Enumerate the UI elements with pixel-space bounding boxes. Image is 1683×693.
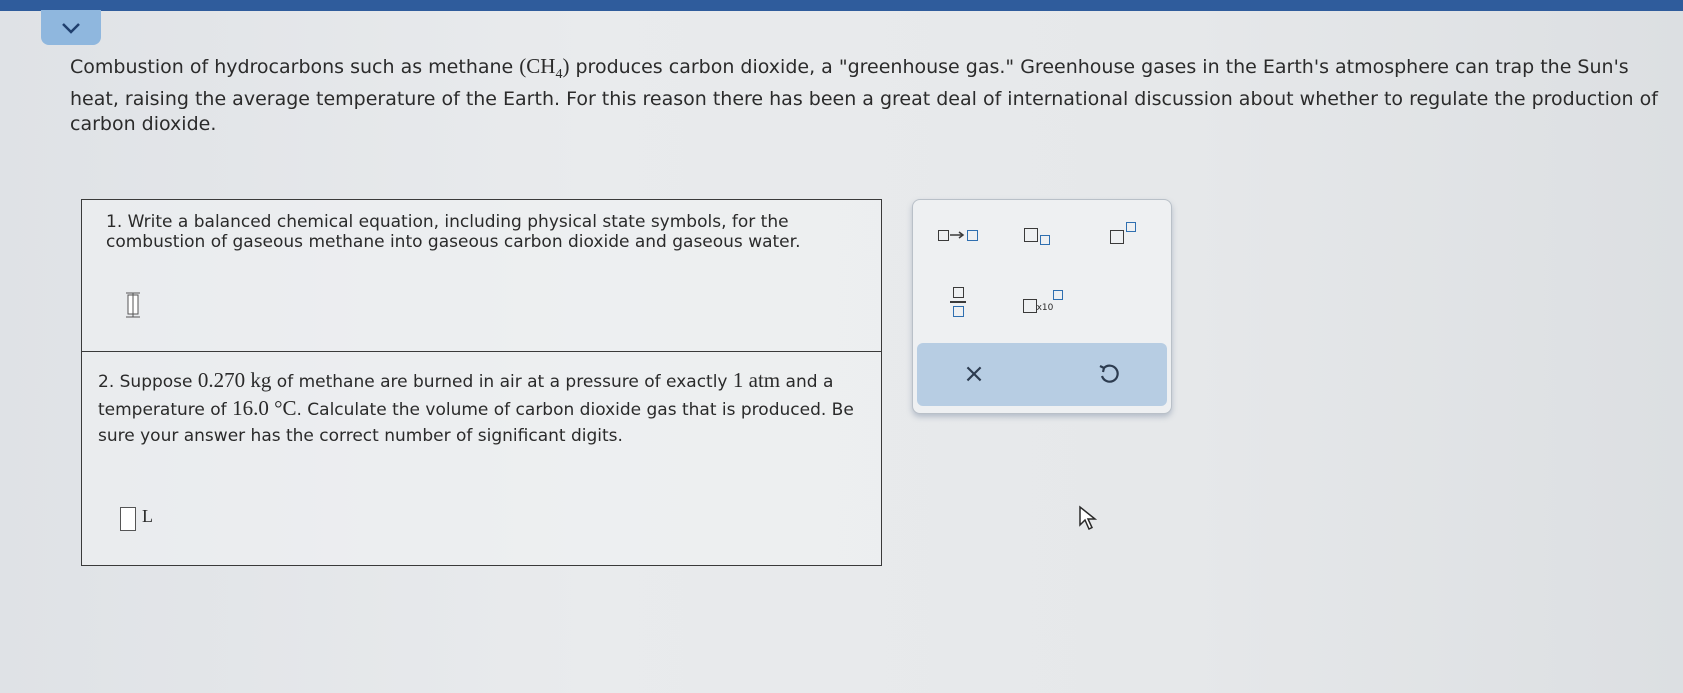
subscript-icon[interactable] — [1017, 220, 1057, 250]
temperature-value: 16.0 °C — [232, 396, 297, 420]
collapse-button[interactable] — [41, 10, 101, 45]
x10-label: x10 — [1036, 303, 1054, 313]
mouse-cursor-icon — [1079, 505, 1098, 531]
methane-formula: (CH4) — [519, 54, 570, 83]
volume-answer-input[interactable] — [120, 507, 136, 531]
top-bar — [0, 0, 1683, 11]
intro-text-1: Combustion of hydrocarbons such as metha… — [70, 56, 520, 78]
palette-action-bar: × — [917, 343, 1167, 406]
scientific-notation-icon[interactable]: x10 — [1013, 284, 1073, 320]
mass-value: 0.270 kg — [197, 368, 272, 392]
reaction-arrow-icon[interactable] — [931, 222, 985, 248]
chevron-down-icon — [62, 22, 80, 34]
question-1-text: 1. Write a balanced chemical equation, i… — [106, 212, 801, 252]
clear-button[interactable]: × — [954, 355, 994, 393]
undo-button[interactable] — [1089, 355, 1129, 393]
question-1: 1. Write a balanced chemical equation, i… — [82, 200, 881, 352]
pressure-value: 1 atm — [732, 368, 781, 392]
close-icon: × — [963, 359, 985, 389]
question-2-text: 2. Suppose 0.270 kg of methane are burne… — [98, 368, 854, 446]
equation-input[interactable] — [126, 292, 140, 318]
intro-paragraph: Combustion of hydrocarbons such as metha… — [70, 54, 1670, 137]
undo-icon — [1099, 364, 1119, 383]
superscript-icon[interactable] — [1103, 218, 1143, 248]
question-box: 1. Write a balanced chemical equation, i… — [81, 199, 882, 566]
volume-unit: L — [142, 506, 153, 526]
math-palette: x10 × — [912, 199, 1172, 414]
fraction-icon[interactable] — [945, 282, 971, 322]
